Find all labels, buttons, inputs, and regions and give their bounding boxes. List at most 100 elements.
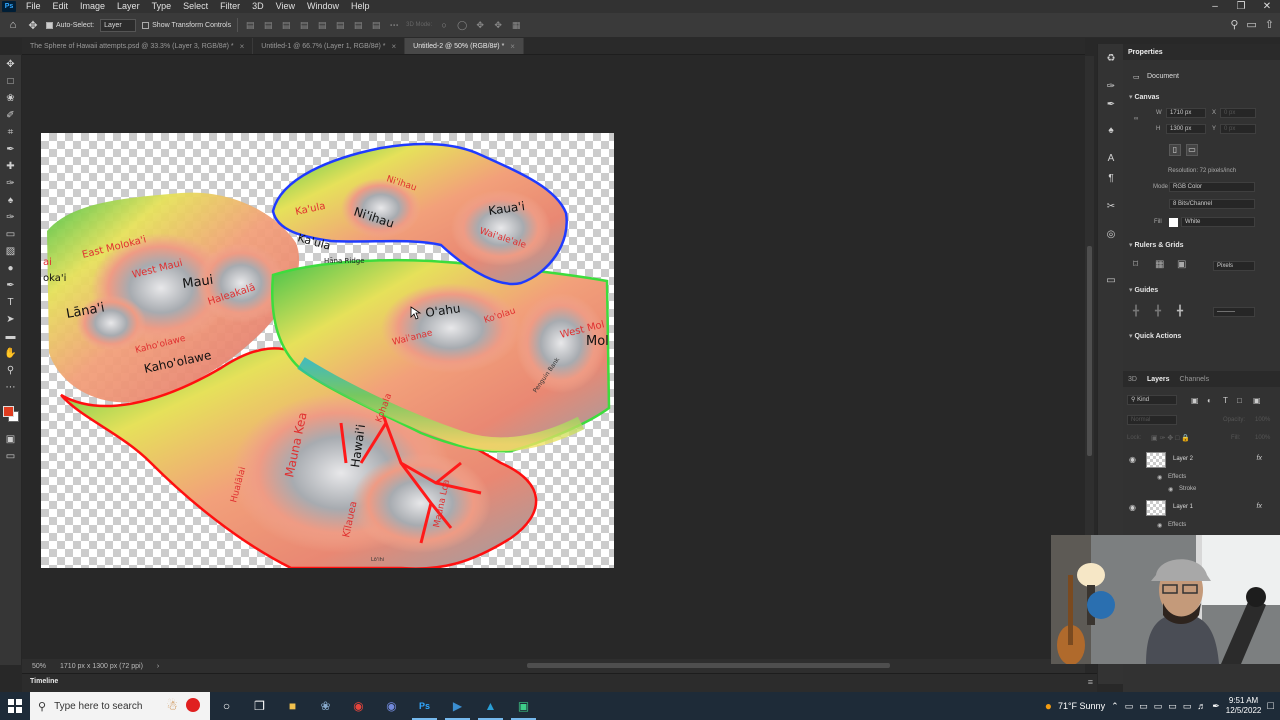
blend-mode-dropdown[interactable]: Normal <box>1127 415 1177 425</box>
photoshop-taskbar-icon[interactable]: Ps <box>408 692 441 720</box>
align-middle-icon[interactable]: ▤ <box>334 20 346 31</box>
align-bottom-icon[interactable]: ▤ <box>352 20 364 31</box>
menu-view[interactable]: View <box>270 0 301 13</box>
guides-canvas-icon[interactable]: ╋ <box>1133 306 1139 317</box>
lasso-tool-icon[interactable]: ❀ <box>4 92 17 105</box>
chevron-right-icon[interactable]: › <box>157 663 159 670</box>
fill-opacity-value[interactable]: 100% <box>1255 435 1270 441</box>
foreground-color-swatch[interactable] <box>3 406 14 417</box>
filter-pixel-icon[interactable]: ▣ <box>1191 396 1199 405</box>
layer-name[interactable]: Layer 1 <box>1173 504 1193 510</box>
network-icon[interactable]: ▭ <box>1183 701 1192 712</box>
ornament-icon[interactable] <box>186 698 200 712</box>
cortana-icon[interactable]: ○ <box>210 692 243 720</box>
link-icon[interactable]: ∞ <box>1134 116 1138 122</box>
3d-roll-icon[interactable]: ◯ <box>456 20 468 31</box>
weather-text[interactable]: 71°F Sunny <box>1058 701 1105 711</box>
more-tools-icon[interactable]: ⋯ <box>4 381 17 394</box>
height-input[interactable]: 1300 px <box>1166 124 1206 134</box>
brush-settings-icon[interactable]: ✑ <box>1104 80 1118 94</box>
pen-icon[interactable]: ✒ <box>1212 701 1220 712</box>
timeline-label[interactable]: Timeline <box>30 678 58 685</box>
paragraph-icon[interactable]: ¶ <box>1104 172 1118 186</box>
3d-pan-icon[interactable]: ✥ <box>474 20 486 31</box>
stroke-effect-label[interactable]: Stroke <box>1179 486 1196 492</box>
menu-layer[interactable]: Layer <box>111 0 146 13</box>
tray-app-icon[interactable]: ▭ <box>1154 701 1163 712</box>
close-tab-icon[interactable]: × <box>510 42 515 51</box>
ruler-icon[interactable]: ⌑ <box>1133 259 1138 270</box>
x-input[interactable]: 0 px <box>1220 108 1256 118</box>
quick-mask-icon[interactable]: ▣ <box>4 433 17 446</box>
menu-type[interactable]: Type <box>146 0 178 13</box>
file-explorer-icon[interactable]: ■ <box>276 692 309 720</box>
taskbar-clock[interactable]: 9:51 AM 12/5/2022 <box>1226 696 1262 716</box>
history-icon[interactable]: ♻ <box>1104 52 1118 66</box>
layer-row-layer-1[interactable]: ◉ Layer 1 fx <box>1123 500 1280 517</box>
y-input[interactable]: 0 px <box>1220 124 1256 134</box>
clone-stamp-icon[interactable]: ♠ <box>4 194 17 207</box>
gradient-tool-icon[interactable]: ▨ <box>4 245 17 258</box>
lock-icons[interactable]: ▣ ✑ ✥ □ 🔒 <box>1151 434 1190 442</box>
filter-smart-object-icon[interactable]: ▣ <box>1253 396 1261 405</box>
pixel-grid-icon[interactable]: ▣ <box>1177 259 1186 270</box>
menu-3d[interactable]: 3D <box>246 0 270 13</box>
stroke-eye-icon[interactable]: ◉ <box>1168 486 1173 493</box>
healing-brush-icon[interactable]: ✚ <box>4 160 17 173</box>
camtasia-icon[interactable]: ▣ <box>507 692 540 720</box>
distribute-vertical-icon[interactable]: ▤ <box>370 20 382 31</box>
panel-menu-icon[interactable]: ≡ <box>1088 677 1093 687</box>
move-tool-icon[interactable]: ✥ <box>26 18 40 32</box>
layer-name[interactable]: Layer 2 <box>1173 456 1193 462</box>
tab-sphere-of-hawaii[interactable]: The Sphere of Hawaii attempts.psd @ 33.3… <box>22 38 254 54</box>
taskbar-search[interactable]: ⚲ Type here to search ☃ <box>30 692 210 720</box>
show-transform-controls-checkbox[interactable]: Show Transform Controls <box>142 21 231 29</box>
visibility-eye-icon[interactable]: ◉ <box>1129 455 1136 464</box>
quick-actions-section[interactable]: Quick Actions <box>1129 332 1181 340</box>
hand-tool-icon[interactable]: ✋ <box>4 347 17 360</box>
fill-dropdown[interactable]: White <box>1181 217 1255 227</box>
clone-source-icon[interactable]: ♠ <box>1104 124 1118 138</box>
menu-image[interactable]: Image <box>74 0 111 13</box>
close-tab-icon[interactable]: × <box>391 42 396 51</box>
scrollbar-thumb[interactable] <box>1087 246 1092 456</box>
horizontal-scrollbar-thumb[interactable] <box>527 663 890 668</box>
align-right-icon[interactable]: ▤ <box>280 20 292 31</box>
libraries-icon[interactable]: ▭ <box>1104 274 1118 288</box>
color-mode-dropdown[interactable]: RGB Color <box>1169 182 1255 192</box>
task-view-icon[interactable]: ❐ <box>243 692 276 720</box>
marquee-tool-icon[interactable]: □ <box>4 75 17 88</box>
home-icon[interactable]: ⌂ <box>6 18 20 32</box>
chevron-up-icon[interactable]: ⌃ <box>1111 701 1119 712</box>
chrome-icon[interactable]: ◉ <box>342 692 375 720</box>
tray-app-icon[interactable]: ▭ <box>1125 701 1134 712</box>
guide-style-dropdown[interactable]: ——— <box>1213 307 1255 317</box>
layer-filter-dropdown[interactable]: ⚲ Kind <box>1127 395 1177 405</box>
menu-help[interactable]: Help <box>345 0 376 13</box>
effects-eye-icon[interactable]: ◉ <box>1157 522 1162 529</box>
rulers-grids-section[interactable]: Rulers & Grids <box>1129 241 1183 249</box>
workspace-icon[interactable]: ▭ <box>1246 18 1256 31</box>
screen-mode-icon[interactable]: ▭ <box>4 450 17 463</box>
3d-scale-icon[interactable]: ▦ <box>510 20 522 31</box>
photoshop-logo-icon[interactable]: Ps <box>2 1 16 12</box>
pen-tool-icon[interactable]: ✒ <box>4 279 17 292</box>
shape-tool-icon[interactable]: ▬ <box>4 330 17 343</box>
crop-tool-icon[interactable]: ⌗ <box>4 126 17 139</box>
dodge-tool-icon[interactable]: ● <box>4 262 17 275</box>
document-canvas[interactable]: Ka'ula Ni'ihau Ni'ihau Kaua'i Wai'ale'al… <box>41 133 614 568</box>
eyedropper-tool-icon[interactable]: ✒ <box>4 143 17 156</box>
3d-slide-icon[interactable]: ✥ <box>492 20 504 31</box>
search-icon[interactable]: ⚲ <box>1230 18 1238 31</box>
tab-channels[interactable]: Channels <box>1180 376 1210 383</box>
brush-tool-icon[interactable]: ✑ <box>4 177 17 190</box>
effects-eye-icon[interactable]: ◉ <box>1157 474 1162 481</box>
media-player-icon[interactable]: ▶ <box>441 692 474 720</box>
tab-untitled-1[interactable]: Untitled-1 @ 66.7% (Layer 1, RGB/8#) * × <box>253 38 406 54</box>
align-top-icon[interactable]: ▤ <box>316 20 328 31</box>
zoom-level[interactable]: 50% <box>32 663 46 670</box>
tab-untitled-2[interactable]: Untitled-2 @ 50% (RGB/8#) * × <box>405 38 524 54</box>
navigator-icon[interactable]: ◎ <box>1104 228 1118 242</box>
minimize-icon[interactable]: – <box>1202 0 1228 13</box>
filter-type-icon[interactable]: T <box>1223 396 1228 405</box>
